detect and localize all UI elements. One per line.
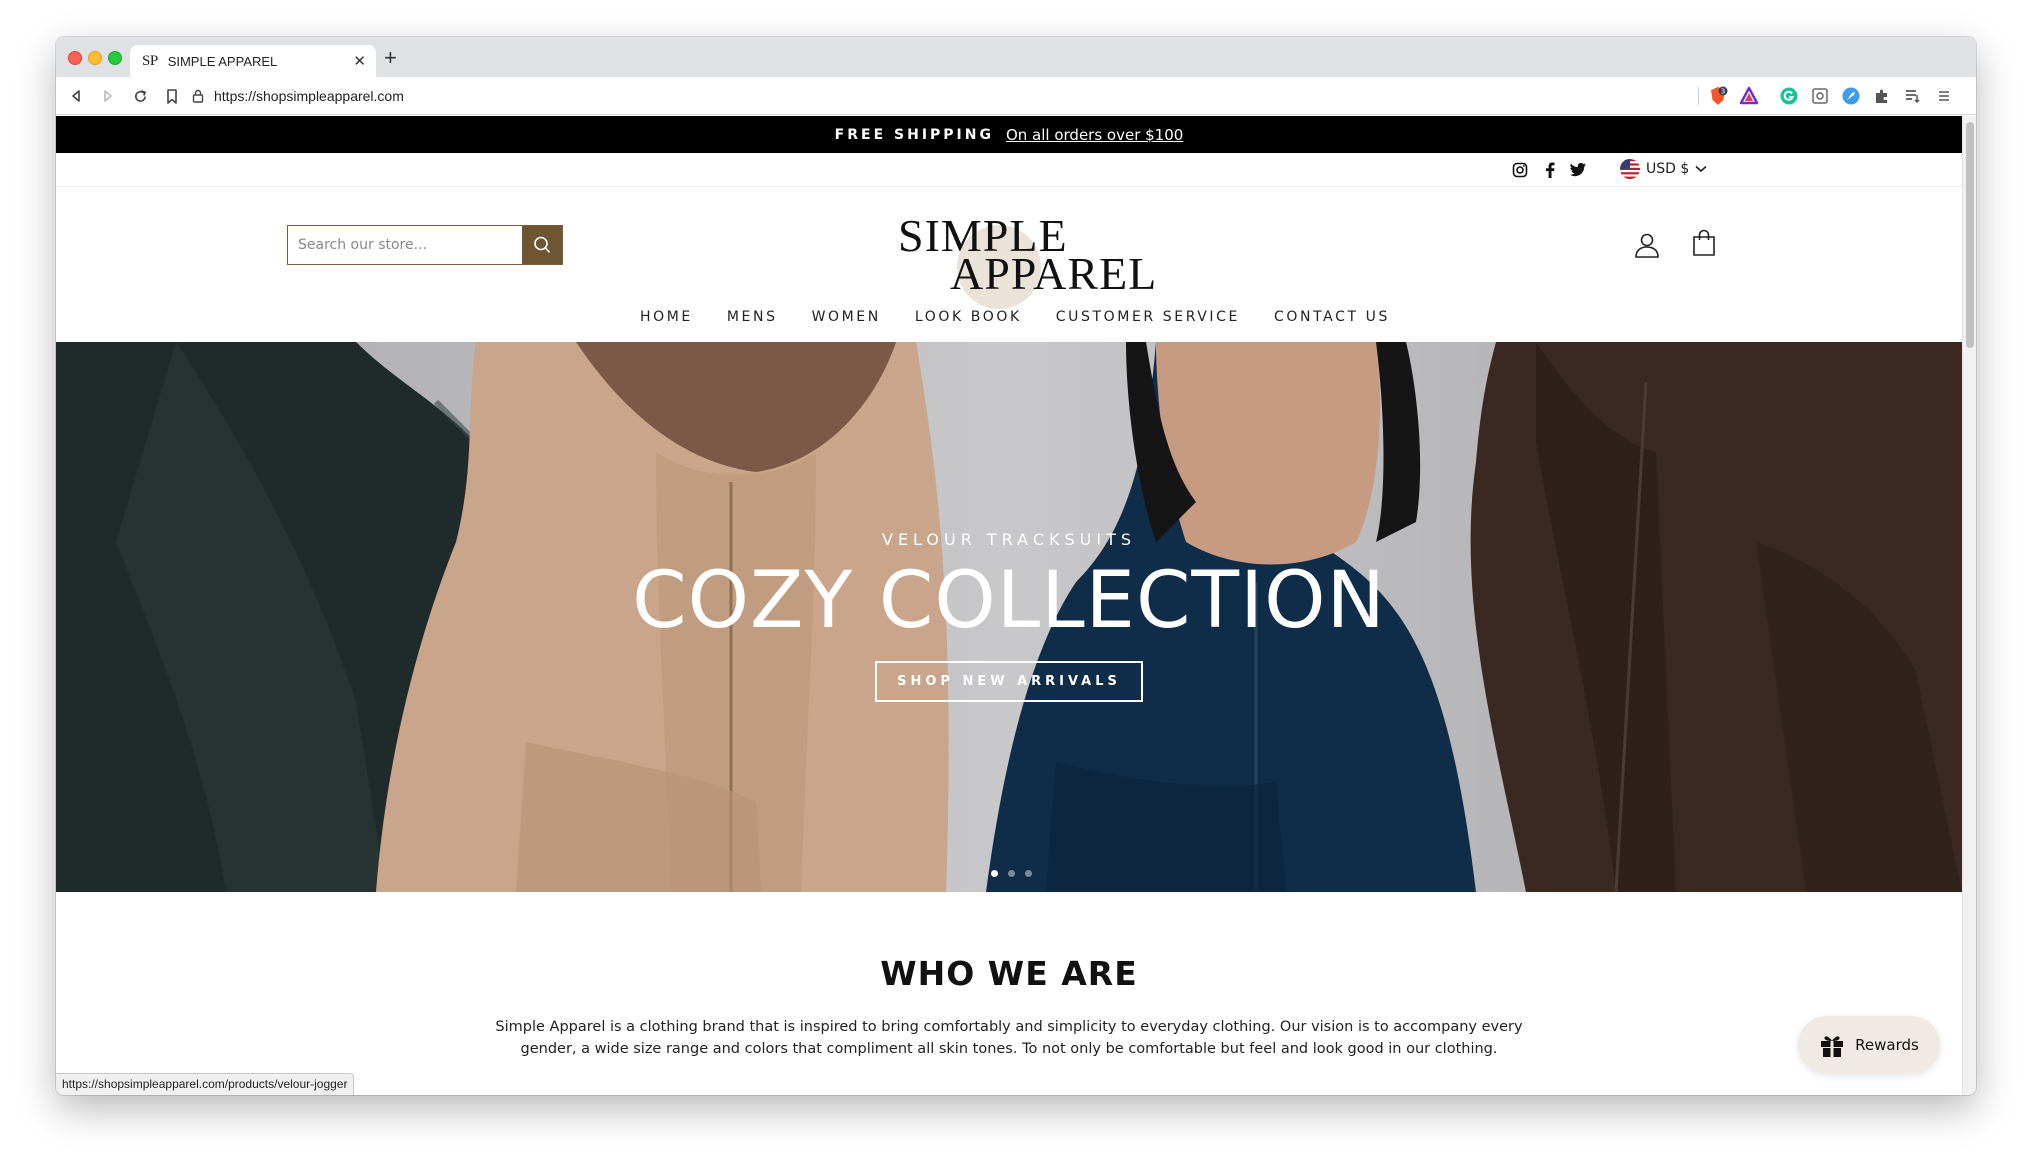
back-button[interactable] (62, 82, 90, 110)
browser-window: SP SIMPLE APPAREL ✕ + https://shopsimple… (56, 37, 1976, 1095)
url-text: https://shopsimpleapparel.com (214, 88, 404, 104)
close-tab-icon[interactable]: ✕ (353, 52, 366, 70)
search-icon (534, 236, 551, 253)
tab-title: SIMPLE APPAREL (167, 53, 278, 69)
back-icon (72, 90, 80, 102)
instagram-icon (1512, 162, 1528, 178)
site-logo[interactable]: SIMPLE APPAREL (898, 205, 1156, 309)
currency-label: USD $ (1646, 161, 1690, 177)
bookmark-icon (167, 88, 177, 104)
reload-button[interactable] (126, 82, 154, 110)
zoom-window-button[interactable] (108, 51, 122, 65)
facebook-link[interactable] (1541, 161, 1559, 179)
address-bar[interactable]: https://shopsimpleapparel.com (192, 83, 404, 109)
close-window-button[interactable] (68, 51, 82, 65)
camera-icon (1812, 88, 1828, 104)
nav-customer-service[interactable]: CUSTOMER SERVICE (1056, 309, 1240, 325)
gift-icon (1821, 1036, 1844, 1057)
new-tab-button[interactable]: + (384, 45, 397, 71)
rewards-button[interactable]: Rewards (1798, 1016, 1940, 1074)
shop-new-arrivals-button[interactable]: SHOP NEW ARRIVALS (875, 661, 1143, 702)
compass-icon (1842, 87, 1860, 105)
tab-bar: SP SIMPLE APPAREL ✕ + (56, 37, 1976, 77)
reload-icon (134, 89, 146, 102)
grammarly-extension[interactable] (1779, 86, 1799, 106)
nav-women[interactable]: WOMEN (812, 309, 881, 325)
grammarly-icon (1780, 87, 1798, 105)
twitter-link[interactable] (1569, 161, 1587, 179)
hero-title: COZY COLLECTION (632, 556, 1386, 646)
slide-dot[interactable] (1025, 870, 1032, 877)
link-status-bar: https://shopsimpleapparel.com/products/v… (56, 1073, 355, 1095)
utility-bar: USD $ (56, 153, 1962, 187)
slide-dot[interactable] (991, 870, 998, 877)
announcement-link[interactable]: On all orders over $100 (1006, 126, 1183, 144)
svg-text:3: 3 (1721, 88, 1725, 96)
forward-button[interactable] (94, 82, 122, 110)
hero-content: VELOUR TRACKSUITS COZY COLLECTION SHOP N… (56, 530, 1962, 702)
section-title: WHO WE ARE (880, 954, 1138, 993)
twitter-icon (1570, 163, 1586, 177)
nav-home[interactable]: HOME (640, 309, 693, 325)
cart-icon[interactable] (1691, 229, 1717, 257)
triangle-rewards-icon (1739, 86, 1759, 105)
nav-mens[interactable]: MENS (727, 309, 778, 325)
puzzle-icon (1876, 89, 1887, 103)
who-we-are-section: WHO WE ARE Simple Apparel is a clothing … (56, 892, 1962, 1095)
page-viewport: FREE SHIPPING On all orders over $100 US… (56, 116, 1962, 1095)
brave-shield-icon: 3 (1711, 86, 1728, 105)
blue-extension[interactable] (1841, 86, 1861, 106)
section-body: Simple Apparel is a clothing brand that … (495, 1019, 1523, 1057)
search-button[interactable] (522, 226, 562, 264)
toolbar-divider (1698, 87, 1699, 105)
browser-menu-button[interactable] (1934, 86, 1954, 106)
extensions-button[interactable] (1872, 86, 1892, 106)
logo-text-line2: APPAREL (950, 248, 1158, 299)
brave-shields-button[interactable]: 3 (1708, 86, 1728, 106)
browser-toolbar: https://shopsimpleapparel.com 3 (56, 77, 1976, 115)
hamburger-menu-icon (1939, 91, 1949, 101)
chevron-down-icon (1695, 165, 1707, 173)
rewards-label: Rewards (1855, 1036, 1919, 1054)
slide-dot[interactable] (1008, 870, 1015, 877)
page-scrollbar[interactable] (1962, 116, 1976, 1095)
minimize-window-button[interactable] (88, 51, 102, 65)
playlist-icon (1906, 90, 1920, 104)
facebook-icon (1546, 162, 1555, 178)
reading-list-button[interactable] (1903, 86, 1923, 106)
brave-rewards-button[interactable] (1739, 86, 1759, 106)
tab-favicon-icon: SP (142, 52, 158, 69)
screenshot-extension[interactable] (1810, 86, 1830, 106)
nav-look-book[interactable]: LOOK BOOK (915, 309, 1022, 325)
nav-contact-us[interactable]: CONTACT US (1274, 309, 1390, 325)
search-input[interactable] (288, 226, 522, 264)
lock-icon (192, 89, 204, 103)
site-header: SIMPLE APPAREL HOME MENS WOMEN LOOK BOOK… (56, 187, 1962, 342)
main-navigation: HOME MENS WOMEN LOOK BOOK CUSTOMER SERVI… (56, 309, 1962, 325)
announcement-heading: FREE SHIPPING (834, 126, 994, 143)
instagram-link[interactable] (1511, 161, 1529, 179)
slide-dots (991, 870, 1032, 877)
hero-eyebrow: VELOUR TRACKSUITS (882, 530, 1136, 549)
bookmark-button[interactable] (158, 82, 186, 110)
account-icon[interactable] (1633, 231, 1661, 259)
search-form (287, 225, 563, 265)
scrollbar-thumb[interactable] (1966, 122, 1974, 348)
hero-slideshow: VELOUR TRACKSUITS COZY COLLECTION SHOP N… (56, 342, 1962, 892)
us-flag-icon (1620, 159, 1640, 179)
forward-icon (104, 90, 112, 102)
announcement-bar: FREE SHIPPING On all orders over $100 (56, 116, 1962, 153)
browser-tab[interactable]: SP SIMPLE APPAREL ✕ (130, 45, 376, 77)
currency-selector[interactable]: USD $ (1620, 159, 1707, 179)
